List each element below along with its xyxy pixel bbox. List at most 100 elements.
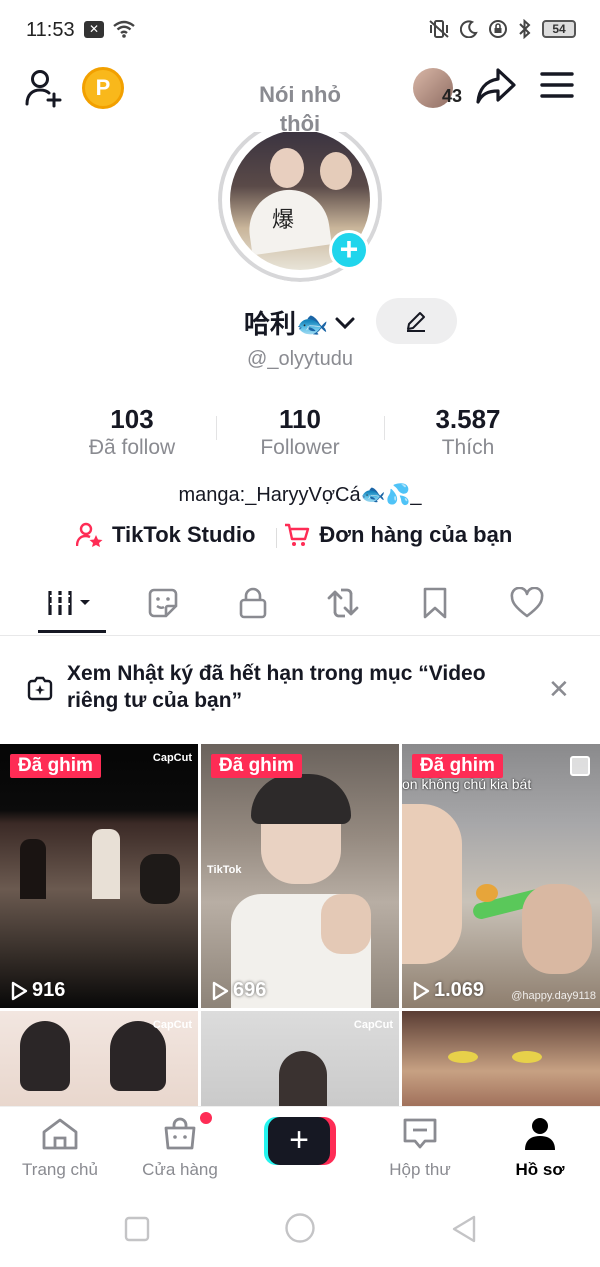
tiktok-studio-link[interactable]: TikTok Studio [76,522,255,548]
pinned-badge: Đã ghim [412,754,503,778]
tiktok-watermark: TikTok [207,864,242,876]
multi-photo-icon [570,756,590,776]
stat-value: 3.587 [435,404,501,434]
vibrate-icon [429,20,449,38]
shop-notification-dot [200,1112,212,1124]
view-count-value: 1.069 [434,979,485,1001]
back-icon[interactable] [450,1214,478,1244]
nav-home-label: Trang chủ [22,1160,98,1179]
shopping-bag-icon [164,1117,196,1150]
stat-value: 103 [110,404,154,434]
stat-following[interactable]: 103 Đã follow [48,404,216,464]
chevron-down-icon[interactable] [334,316,356,330]
orders-link[interactable]: Đơn hàng của bạn [283,522,512,548]
coin-icon[interactable]: P [82,67,124,109]
inbox-icon [403,1118,437,1149]
tab-reposts-sticker[interactable] [118,572,208,634]
capcut-watermark: CapCut [152,752,192,764]
status-bar: 11:53 ✕ 54 [0,0,600,60]
nav-inbox-label: Hộp thư [389,1160,451,1179]
stat-label: Follower [260,436,340,459]
video-tile[interactable]: CapCut [0,1011,198,1106]
profile-stats: 103 Đã follow 110 Follower 3.587 Thích [48,404,552,464]
notification-x-icon: ✕ [84,20,104,38]
bluetooth-icon [519,19,531,39]
orders-label: Đơn hàng của bạn [319,522,513,547]
video-tile[interactable]: CapCut [201,1011,399,1106]
video-tile[interactable]: Đã ghim CapCut 916 [0,744,198,1008]
tiktok-studio-label: TikTok Studio [112,522,256,547]
lock-icon [239,587,267,619]
status-time: 11:53 [26,19,75,41]
add-avatar-button[interactable]: + [329,230,369,270]
view-count: 1.069 [412,979,484,1002]
notice-text: Xem Nhật ký đã hết hạn trong mục “Video … [67,662,486,712]
share-icon[interactable] [474,66,518,106]
pinned-badge: Đã ghim [10,754,101,778]
view-count-value: 916 [32,979,66,1001]
profile-handle: @_olyytudu [247,348,353,370]
home-circle-icon[interactable] [284,1212,316,1244]
nav-profile-label: Hồ sơ [515,1160,565,1179]
battery-indicator: 54 [542,20,576,38]
edit-profile-button[interactable] [376,298,457,344]
sticker-icon [148,588,178,618]
recents-icon[interactable] [124,1216,150,1242]
sparkle-camera-icon [27,676,53,701]
status-left-icons: ✕ [84,20,136,38]
profile-links: TikTok Studio Đơn hàng của bạn [76,522,512,548]
user-star-icon [76,522,103,547]
pinned-badge: Đã ghim [211,754,302,778]
tab-reposts[interactable] [298,572,388,634]
tab-liked[interactable] [482,572,572,634]
grid-icon [48,591,90,615]
video-caption: on không chú kia bát [402,776,532,792]
nav-inbox[interactable]: Hộp thư [360,1117,480,1180]
menu-icon[interactable] [540,70,574,100]
pencil-icon [407,312,425,332]
add-friend-icon[interactable] [24,68,64,108]
profile-tabs [0,572,600,636]
nav-profile[interactable]: Hồ sơ [480,1117,600,1180]
video-grid: Đã ghim CapCut 916 Đã ghim TikTok 696 Đã… [0,744,600,1106]
play-icon [11,981,28,1000]
lock-rotation-icon [489,20,507,38]
nav-shop-label: Cửa hàng [142,1160,218,1179]
system-nav [0,1188,600,1267]
moon-icon [460,20,478,38]
view-count-value: 696 [233,979,267,1001]
profile-name: 哈利🐟 [244,309,329,339]
stat-label: Đã follow [88,436,176,459]
close-icon[interactable]: ✕ [548,674,570,705]
video-tile[interactable] [402,1011,600,1106]
play-icon [413,981,430,1000]
profile-note[interactable]: Nói nhỏ thôi [240,80,360,138]
bookmark-icon [423,587,447,619]
friends-count: 43 [442,86,463,106]
home-icon [42,1118,78,1150]
stat-followers[interactable]: 110 Follower [216,404,384,464]
tab-private[interactable] [208,572,298,634]
stat-value: 110 [279,404,321,434]
active-tab-indicator [38,630,106,633]
nav-home[interactable]: Trang chủ [0,1117,120,1180]
capcut-watermark: CapCut [152,1019,192,1031]
view-count: 916 [10,979,65,1002]
video-tile[interactable]: Đã ghim on không chú kia bát @happy.day9… [402,744,600,1008]
play-icon [212,981,229,1000]
status-right-icons: 54 [428,19,576,39]
links-divider [276,528,277,548]
nav-shop[interactable]: Cửa hàng [120,1117,240,1180]
capcut-watermark: CapCut [353,1019,393,1031]
tab-saved[interactable] [390,572,480,634]
video-tile[interactable]: Đã ghim TikTok 696 [201,744,399,1008]
bottom-nav: Trang chủ Cửa hàng + Hộp thư Hồ sơ [0,1106,600,1188]
profile-bio: manga:_HaryyVợCá🐟💦_ [178,484,422,506]
tab-videos[interactable] [26,572,116,634]
stat-likes[interactable]: 3.587 Thích [384,404,552,464]
wifi-icon [113,20,135,38]
name-row[interactable]: 哈利🐟 [244,304,356,341]
create-button[interactable]: + [264,1117,336,1165]
person-icon [525,1118,555,1150]
plus-icon: + [268,1117,330,1165]
